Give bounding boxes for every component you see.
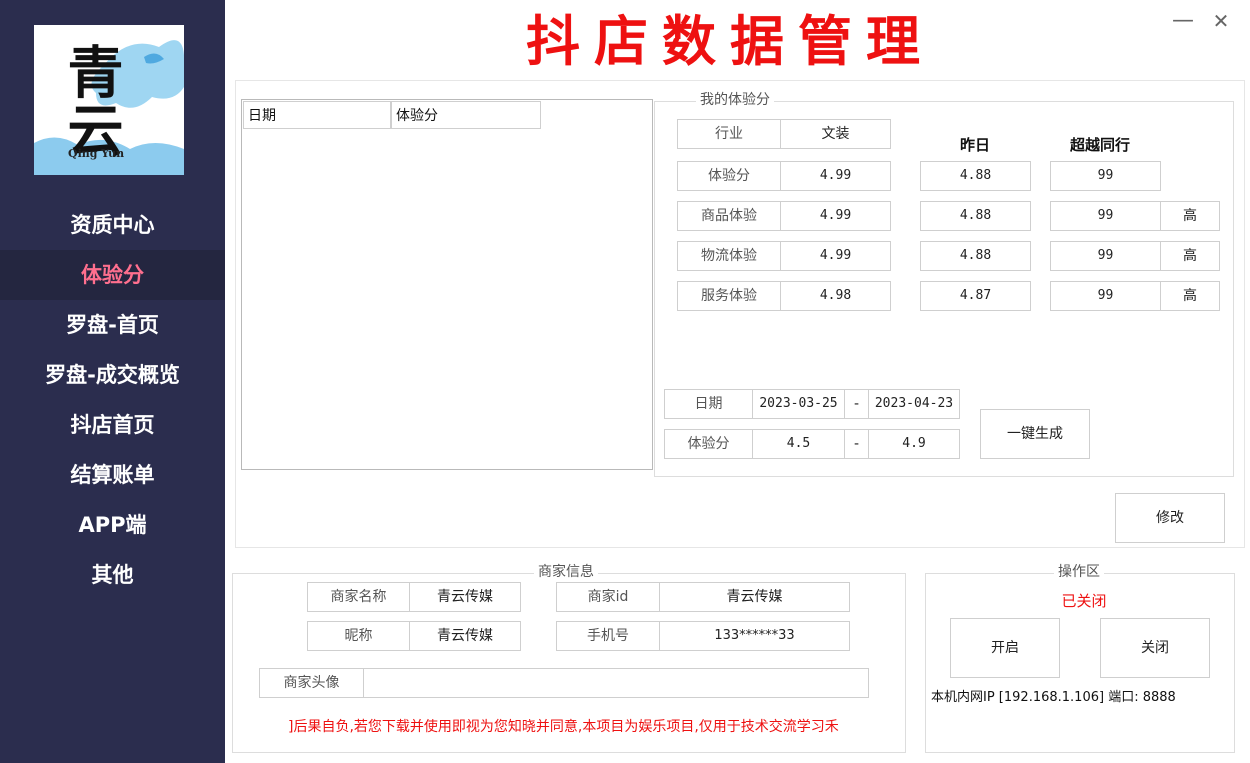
- yesterday-header: 昨日: [959, 136, 990, 154]
- merchant-id-input[interactable]: 青云传媒: [659, 582, 850, 612]
- industry-value[interactable]: 文装: [780, 119, 891, 149]
- score-row-beyond[interactable]: 99: [1050, 161, 1161, 191]
- score-row-value[interactable]: 4.98: [780, 281, 891, 311]
- score-from-input[interactable]: 4.5: [752, 429, 845, 459]
- logo-text: 青云: [58, 43, 124, 159]
- column-header-date[interactable]: 日期: [243, 101, 391, 129]
- sidebar-item-store-home[interactable]: 抖店首页: [0, 400, 225, 450]
- date-range-label: 日期: [664, 389, 753, 419]
- industry-label: 行业: [677, 119, 781, 149]
- logo-subtext: Qing Yun: [68, 147, 125, 160]
- disclaimer-text: ]后果自负,若您下载并使用即视为您知晓并同意,本项目为娱乐项目,仅用于技术交流学…: [288, 719, 839, 735]
- score-row-yesterday[interactable]: 4.87: [920, 281, 1031, 311]
- score-row-beyond[interactable]: 99: [1050, 201, 1161, 231]
- sidebar-item-compass-deals[interactable]: 罗盘-成交概览: [0, 350, 225, 400]
- merchant-info-title: 商家信息: [534, 563, 598, 581]
- modify-button[interactable]: 修改: [1115, 493, 1225, 543]
- date-to-input[interactable]: 2023-04-23: [868, 389, 960, 419]
- sidebar-item-qualification[interactable]: 资质中心: [0, 200, 225, 250]
- merchant-name-label: 商家名称: [307, 582, 410, 612]
- score-row-label: 服务体验: [677, 281, 781, 311]
- app-title: 抖店数据管理: [526, 9, 934, 73]
- score-row-beyond[interactable]: 99: [1050, 281, 1161, 311]
- operation-title: 操作区: [1054, 563, 1104, 581]
- minimize-button[interactable]: —: [1170, 8, 1196, 34]
- sidebar: 青云 Qing Yun 资质中心 体验分 罗盘-首页 罗盘-成交概览 抖店首页 …: [0, 0, 225, 763]
- beyond-peers-header: 超越同行: [1069, 136, 1130, 154]
- score-row-level[interactable]: 高: [1160, 241, 1220, 271]
- score-row-value[interactable]: 4.99: [780, 201, 891, 231]
- phone-input[interactable]: 133******33: [659, 621, 850, 651]
- score-row-value[interactable]: 4.99: [780, 241, 891, 271]
- close-window-button[interactable]: ✕: [1208, 8, 1234, 34]
- local-ip-port: 本机内网IP [192.168.1.106] 端口: 8888: [931, 690, 1176, 705]
- score-row-yesterday[interactable]: 4.88: [920, 201, 1031, 231]
- sidebar-item-settlement[interactable]: 结算账单: [0, 450, 225, 500]
- score-range-label: 体验分: [664, 429, 753, 459]
- score-row-yesterday[interactable]: 4.88: [920, 161, 1031, 191]
- score-row-label: 体验分: [677, 161, 781, 191]
- merchant-name-input[interactable]: 青云传媒: [409, 582, 521, 612]
- avatar-label: 商家头像: [259, 668, 364, 698]
- sidebar-item-app[interactable]: APP端: [0, 500, 225, 550]
- score-to-input[interactable]: 4.9: [868, 429, 960, 459]
- score-group-title: 我的体验分: [696, 91, 774, 109]
- date-range-separator: -: [844, 389, 869, 419]
- score-row-level[interactable]: 高: [1160, 201, 1220, 231]
- history-table[interactable]: 日期 体验分: [241, 99, 653, 470]
- column-header-score[interactable]: 体验分: [391, 101, 541, 129]
- phone-label: 手机号: [556, 621, 660, 651]
- sidebar-item-experience-score[interactable]: 体验分: [0, 250, 225, 300]
- sidebar-item-other[interactable]: 其他: [0, 550, 225, 600]
- merchant-id-label: 商家id: [556, 582, 660, 612]
- score-row-label: 商品体验: [677, 201, 781, 231]
- score-range-separator: -: [844, 429, 869, 459]
- avatar-input[interactable]: [363, 668, 869, 698]
- start-button[interactable]: 开启: [950, 618, 1060, 678]
- stop-button[interactable]: 关闭: [1100, 618, 1210, 678]
- score-row-level[interactable]: 高: [1160, 281, 1220, 311]
- nickname-label: 昵称: [307, 621, 410, 651]
- date-from-input[interactable]: 2023-03-25: [752, 389, 845, 419]
- score-row-label: 物流体验: [677, 241, 781, 271]
- nickname-input[interactable]: 青云传媒: [409, 621, 521, 651]
- sidebar-item-compass-home[interactable]: 罗盘-首页: [0, 300, 225, 350]
- app-logo: 青云 Qing Yun: [34, 25, 184, 175]
- score-row-yesterday[interactable]: 4.88: [920, 241, 1031, 271]
- score-row-beyond[interactable]: 99: [1050, 241, 1161, 271]
- generate-button[interactable]: 一键生成: [980, 409, 1090, 459]
- score-row-value[interactable]: 4.99: [780, 161, 891, 191]
- server-status: 已关闭: [1061, 592, 1107, 610]
